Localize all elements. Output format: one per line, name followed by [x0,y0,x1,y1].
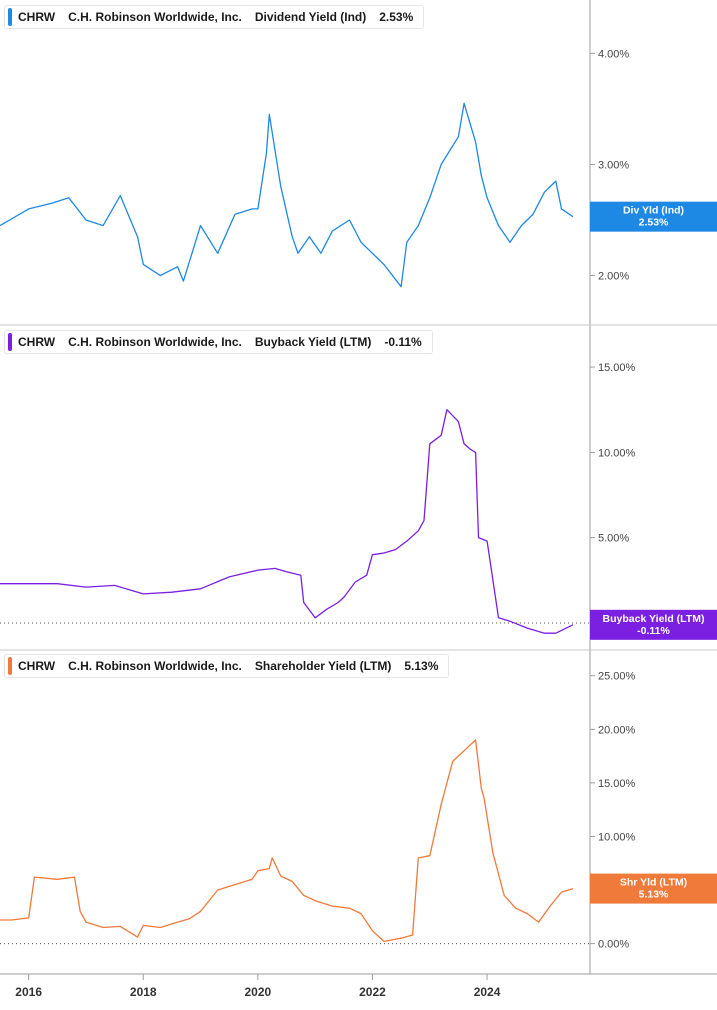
y-tick-label: 3.00% [598,159,629,171]
legend-ticker: CHRW [18,335,56,349]
legend-value: 2.53% [379,10,414,24]
y-tick-label: 15.00% [598,778,636,790]
legend-metric: Shareholder Yield (LTM) [254,659,392,673]
series-line [0,409,574,634]
series-line [0,102,574,288]
y-tick-label: 25.00% [598,671,636,683]
legend-company: C.H. Robinson Worldwide, Inc. [68,335,242,349]
legend-value: 5.13% [404,659,439,673]
legend-value: -0.11% [384,335,422,349]
legend-company: C.H. Robinson Worldwide, Inc. [68,659,242,673]
x-tick-label: 2020 [244,985,271,999]
value-badge-label: Shr Yld (LTM) [620,877,687,889]
series-color-swatch [8,333,12,351]
value-badge-value: 5.13% [639,889,669,901]
value-badge-value: 2.53% [639,217,669,229]
y-tick-label: 15.00% [598,362,636,374]
series-line [0,739,574,943]
x-tick-label: 2018 [130,985,157,999]
y-tick-label: 10.00% [598,831,636,843]
y-tick-label: 0.00% [598,939,629,951]
legend-dividend-yield[interactable]: CHRW C.H. Robinson Worldwide, Inc. Divid… [4,5,425,29]
x-tick-label: 2024 [474,985,501,999]
legend-metric: Dividend Yield (Ind) [254,10,367,24]
y-tick-label: 10.00% [598,447,636,459]
y-tick-label: 5.00% [598,533,629,545]
y-tick-label: 2.00% [598,271,629,283]
x-tick-label: 2016 [15,985,42,999]
series-color-swatch [8,8,12,26]
legend-ticker: CHRW [18,659,56,673]
legend-metric: Buyback Yield (LTM) [254,335,372,349]
chart-stage: 4.00% 3.00% 2.00% Div Yld (Ind) 2.53% 15.00% 1… [0,0,717,1005]
legend-shareholder-yield[interactable]: CHRW C.H. Robinson Worldwide, Inc. Share… [4,654,450,678]
legend-company: C.H. Robinson Worldwide, Inc. [68,10,242,24]
x-tick-label: 2022 [359,985,386,999]
y-tick-label: 20.00% [598,724,636,736]
value-badge-value: -0.11% [637,625,670,637]
value-badge-label: Div Yld (Ind) [623,205,684,217]
legend-ticker: CHRW [18,10,56,24]
series-color-swatch [8,657,12,675]
y-tick-label: 4.00% [598,48,629,60]
chart-svg: 4.00%3.00%2.00%Div Yld (Ind)2.53%15.00%1… [0,0,717,999]
value-badge-label: Buyback Yield (LTM) [603,613,705,625]
legend-buyback-yield[interactable]: CHRW C.H. Robinson Worldwide, Inc. Buyba… [4,330,433,354]
